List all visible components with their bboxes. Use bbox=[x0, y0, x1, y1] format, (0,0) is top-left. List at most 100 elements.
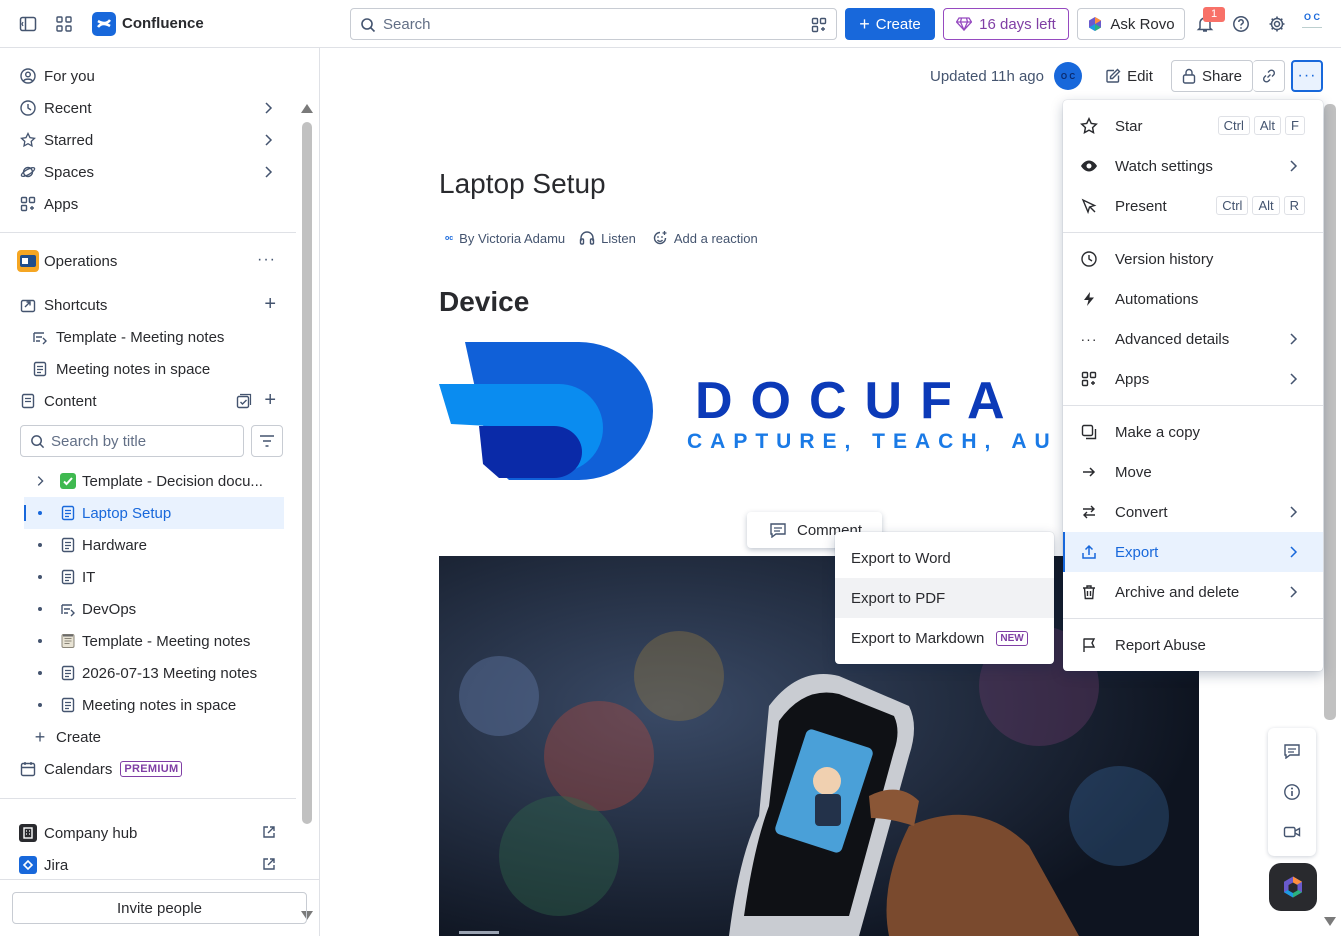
tree-item[interactable]: Template - Meeting notes bbox=[24, 625, 284, 657]
scroll-down-arrow-icon[interactable] bbox=[1323, 916, 1337, 928]
sidebar-item-company-hub[interactable]: Company hub bbox=[12, 817, 284, 849]
search-filters-icon[interactable] bbox=[811, 17, 827, 33]
tree-item[interactable]: 2026-07-13 Meeting notes bbox=[24, 657, 284, 689]
menu-separator bbox=[1063, 618, 1323, 619]
sidebar-item-label: Calendars bbox=[44, 760, 113, 778]
eye-icon bbox=[1063, 159, 1115, 173]
trial-days-left-button[interactable]: 16 days left bbox=[943, 8, 1069, 40]
sidebar-item-apps[interactable]: Apps bbox=[12, 188, 284, 220]
share-button[interactable]: Share bbox=[1171, 60, 1253, 92]
menu-item-advanced-details[interactable]: ··· Advanced details bbox=[1063, 319, 1323, 359]
more-actions-button[interactable]: ··· bbox=[1291, 60, 1323, 92]
menu-item-label: Convert bbox=[1115, 503, 1168, 521]
logo-wordmark: DOCUFA bbox=[695, 372, 1023, 430]
clock-icon bbox=[1063, 251, 1115, 267]
menu-item-apps[interactable]: Apps bbox=[1063, 359, 1323, 399]
tree-item[interactable]: IT bbox=[24, 561, 284, 593]
app-name[interactable]: Confluence bbox=[122, 15, 204, 32]
sidebar-item-spaces[interactable]: Spaces bbox=[12, 156, 284, 188]
create-button[interactable]: + Create bbox=[845, 8, 935, 40]
listen-button[interactable]: Listen bbox=[601, 231, 636, 246]
tree-item-selected[interactable]: Laptop Setup bbox=[24, 497, 284, 529]
sidebar-item-for-you[interactable]: For you bbox=[12, 60, 284, 92]
new-badge: NEW bbox=[996, 630, 1028, 646]
menu-item-convert[interactable]: Convert bbox=[1063, 492, 1323, 532]
menu-item-archive-and-delete[interactable]: Archive and delete bbox=[1063, 572, 1323, 612]
tree-item[interactable]: Template - Decision docu... bbox=[24, 465, 284, 497]
tree-item[interactable]: Meeting notes in space bbox=[24, 689, 284, 721]
space-header-operations[interactable]: Operations ··· bbox=[12, 245, 284, 277]
filter-button[interactable] bbox=[251, 425, 283, 457]
sidebar-item-content[interactable]: Content + bbox=[12, 385, 284, 417]
flag-icon bbox=[1063, 637, 1115, 653]
settings-gear-icon[interactable] bbox=[1265, 12, 1289, 36]
add-content-icon[interactable]: + bbox=[264, 390, 276, 410]
planet-icon bbox=[16, 160, 40, 184]
confluence-logo-icon[interactable] bbox=[92, 12, 116, 36]
add-shortcut-icon[interactable]: + bbox=[264, 294, 276, 314]
menu-item-export[interactable]: Export bbox=[1063, 532, 1323, 572]
sidebar-scrollbar-thumb[interactable] bbox=[302, 122, 312, 824]
menu-item-star[interactable]: Star Ctrl Alt F bbox=[1063, 106, 1323, 146]
chevron-right-icon[interactable] bbox=[260, 132, 276, 148]
sidebar-item-shortcuts[interactable]: Shortcuts + bbox=[12, 289, 284, 321]
invite-people-button[interactable]: Invite people bbox=[12, 892, 307, 924]
bulk-select-icon[interactable] bbox=[236, 393, 252, 409]
menu-item-version-history[interactable]: Version history bbox=[1063, 239, 1323, 279]
menu-item-label: Archive and delete bbox=[1115, 583, 1240, 601]
rovo-chat-button[interactable] bbox=[1269, 863, 1317, 911]
sidebar-item-calendars[interactable]: Calendars PREMIUM bbox=[12, 753, 284, 785]
sidebar-item-recent[interactable]: Recent bbox=[12, 92, 284, 124]
search-by-title-input[interactable]: Search by title bbox=[20, 425, 244, 457]
sidebar-item-jira[interactable]: Jira bbox=[12, 849, 284, 881]
scroll-up-arrow-icon[interactable] bbox=[300, 102, 314, 114]
chevron-right-icon[interactable] bbox=[260, 164, 276, 180]
comments-panel-icon[interactable] bbox=[1281, 740, 1303, 762]
search-placeholder: Search by title bbox=[51, 433, 147, 450]
menu-item-present[interactable]: Present Ctrl Alt R bbox=[1063, 186, 1323, 226]
help-icon[interactable] bbox=[1229, 12, 1253, 36]
export-to-word-item[interactable]: Export to Word bbox=[835, 538, 1054, 578]
key: F bbox=[1285, 116, 1305, 135]
chevron-right-icon bbox=[1285, 371, 1301, 387]
export-to-markdown-item[interactable]: Export to Markdown NEW bbox=[835, 618, 1054, 658]
shortcut-item[interactable]: Template - Meeting notes bbox=[24, 321, 284, 353]
menu-item-automations[interactable]: Automations bbox=[1063, 279, 1323, 319]
main-scrollbar-thumb[interactable] bbox=[1324, 104, 1336, 720]
ask-rovo-button[interactable]: Ask Rovo bbox=[1077, 8, 1185, 40]
contributor-avatar[interactable]: O C bbox=[1054, 62, 1082, 90]
add-reaction-button[interactable]: Add a reaction bbox=[674, 231, 758, 246]
video-record-icon[interactable] bbox=[1281, 821, 1303, 843]
create-page-button[interactable]: + Create bbox=[24, 721, 284, 753]
updated-timestamp: Updated 11h ago bbox=[930, 67, 1044, 85]
menu-item-make-a-copy[interactable]: Make a copy bbox=[1063, 412, 1323, 452]
menu-item-watch-settings[interactable]: Watch settings bbox=[1063, 146, 1323, 186]
copy-link-button[interactable] bbox=[1253, 60, 1285, 92]
chevron-right-icon[interactable] bbox=[24, 474, 56, 488]
edit-button[interactable]: Edit bbox=[1096, 60, 1162, 92]
menu-item-report-abuse[interactable]: Report Abuse bbox=[1063, 625, 1323, 665]
external-link-icon[interactable] bbox=[262, 825, 276, 839]
sidebar-item-label: Content bbox=[44, 392, 97, 410]
external-link-icon[interactable] bbox=[262, 857, 276, 871]
menu-item-label: Present bbox=[1115, 197, 1167, 215]
export-to-pdf-item[interactable]: Export to PDF bbox=[835, 578, 1054, 618]
global-search-input[interactable]: Search bbox=[350, 8, 837, 40]
sidebar-toggle-icon[interactable] bbox=[16, 12, 40, 36]
rovo-icon bbox=[1281, 875, 1305, 899]
tree-item[interactable]: Hardware bbox=[24, 529, 284, 561]
sidebar-item-starred[interactable]: Starred bbox=[12, 124, 284, 156]
menu-item-move[interactable]: Move bbox=[1063, 452, 1323, 492]
info-icon[interactable] bbox=[1281, 781, 1303, 803]
author-name[interactable]: By Victoria Adamu bbox=[459, 231, 565, 246]
user-avatar[interactable]: O C ———— bbox=[1298, 12, 1326, 36]
shortcut-item[interactable]: Meeting notes in space bbox=[24, 353, 284, 385]
app-switcher-icon[interactable] bbox=[52, 12, 76, 36]
clock-icon bbox=[16, 96, 40, 120]
page-icon bbox=[56, 697, 80, 713]
sidebar-scrollbar[interactable] bbox=[299, 102, 315, 924]
chevron-right-icon[interactable] bbox=[260, 100, 276, 116]
add-reaction-icon bbox=[652, 230, 668, 246]
tree-item[interactable]: DevOps bbox=[24, 593, 284, 625]
space-more-icon[interactable]: ··· bbox=[257, 251, 276, 269]
